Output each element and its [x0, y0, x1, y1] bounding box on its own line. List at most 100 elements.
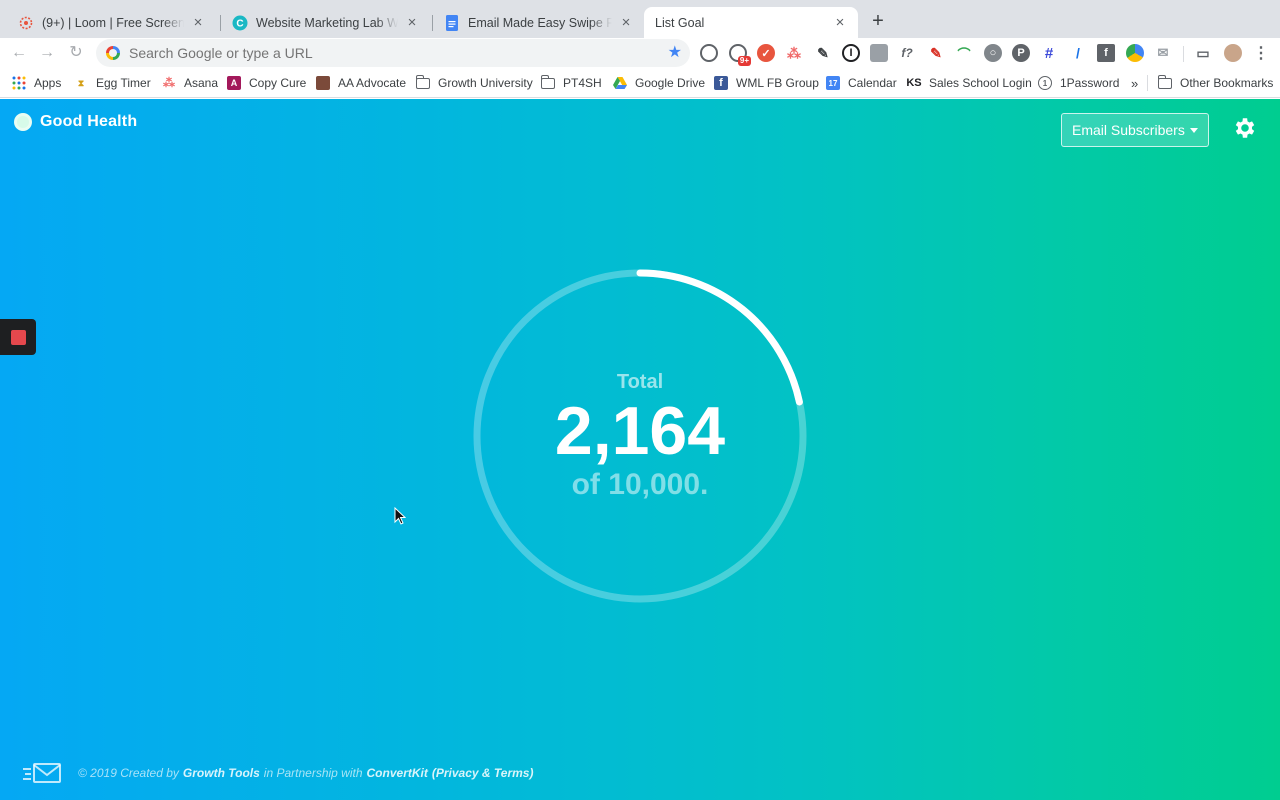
google-docs-icon [444, 14, 460, 31]
close-tab-icon[interactable]: × [190, 14, 206, 31]
close-tab-icon[interactable]: × [832, 14, 848, 31]
facebook-extension-icon[interactable]: f [1097, 44, 1115, 62]
back-arrow-icon[interactable]: ← [9, 43, 29, 63]
total-value: 2,164 [554, 392, 726, 469]
asana-extension-icon[interactable]: ⁂ [785, 44, 803, 62]
bookmark-label: 1Password [1060, 76, 1120, 90]
eyedropper-extension-icon[interactable]: ✎ [814, 44, 832, 62]
copyright-text: © 2019 Created by [78, 766, 179, 780]
tab-strip: (9+) | Loom | Free Screen & Vi × C Websi… [0, 0, 1280, 38]
bookmarks-divider [1147, 75, 1148, 91]
todoist-extension-icon[interactable]: ✓ [757, 44, 775, 62]
1password-icon: 1 [1038, 76, 1052, 90]
pinterest-extension-icon[interactable]: P [1012, 44, 1030, 62]
gauge-extension-icon[interactable]: ⌒ [955, 44, 973, 62]
1password-extension-icon[interactable]: I [842, 44, 860, 62]
cast-icon[interactable]: ▭ [1194, 44, 1212, 62]
bookmark-copy-cure[interactable]: A Copy Cure [227, 73, 306, 93]
reload-icon[interactable]: ↻ [66, 43, 86, 63]
envelope-logo-icon [23, 763, 61, 783]
metric-dropdown[interactable]: Email Subscribers [1061, 113, 1209, 147]
bookmark-pt4sh[interactable]: PT4SH [540, 73, 602, 93]
bookmark-label: Google Drive [635, 76, 706, 90]
bookmark-asana[interactable]: ⁂ Asana [162, 73, 218, 93]
forward-arrow-icon[interactable]: → [37, 43, 57, 63]
stop-square-icon [10, 329, 26, 345]
loom-icon [18, 15, 34, 31]
avatar-icon [316, 76, 330, 90]
creator-link[interactable]: Growth Tools [183, 766, 260, 780]
browser-toolbar: ← → ↻ ★ 9+ ✓ ⁂ ✎ I f? ✎ ⌒ ○ P # / f ✉ ▭ … [0, 38, 1280, 68]
toolbar-divider [1183, 46, 1184, 62]
facebook-icon: f [714, 76, 728, 90]
google-g-icon [106, 46, 120, 60]
bookmark-label: Egg Timer [96, 76, 151, 90]
copy-cure-icon: A [227, 76, 241, 90]
bookmark-label: Copy Cure [249, 76, 307, 90]
new-tab-button[interactable]: + [867, 11, 889, 33]
circle-extension-icon[interactable]: ○ [984, 44, 1002, 62]
more-vertical-icon[interactable]: ⋮ [1252, 44, 1270, 62]
folder-icon [415, 74, 430, 90]
goal-text: of 10,000. [572, 468, 709, 502]
privacy-terms-link[interactable]: (Privacy & Terms) [432, 766, 534, 780]
egg-timer-icon: ⧗ [77, 77, 85, 88]
loom-extension-icon[interactable]: 9+ [729, 44, 751, 66]
bookmark-label: PT4SH [563, 76, 602, 90]
whatfont-extension-icon[interactable]: f? [898, 44, 916, 62]
tab-list-goal[interactable]: List Goal × [644, 7, 858, 38]
close-tab-icon[interactable]: × [618, 14, 634, 31]
bookmark-wml-fb-group[interactable]: f WML FB Group [714, 73, 819, 93]
chrome-extension-icon[interactable] [1126, 44, 1144, 62]
bookmark-aa-advocate[interactable]: AA Advocate [316, 73, 406, 93]
tab-title: List Goal [655, 15, 705, 30]
settings-gear-icon[interactable] [1232, 115, 1258, 141]
ks-icon: KS [906, 77, 922, 89]
bookmarks-bar: Apps ⧗ Egg Timer ⁂ Asana A Copy Cure AA … [0, 68, 1280, 98]
bookmark-growth-university[interactable]: Growth University [415, 73, 533, 93]
feather-extension-icon[interactable]: / [1069, 44, 1087, 62]
total-label: Total [616, 370, 664, 393]
other-bookmarks[interactable]: Other Bookmarks [1157, 73, 1274, 93]
tab-email-swipe-file[interactable]: Email Made Easy Swipe File - G × [432, 7, 644, 38]
tab-website-marketing-lab[interactable]: C Website Marketing Lab Workbo × [220, 7, 430, 38]
bookmark-1password[interactable]: 1 1Password [1038, 73, 1119, 93]
close-tab-icon[interactable]: × [404, 14, 420, 31]
list-goal-page: Good Health Email Subscribers Total 2,16… [0, 99, 1280, 800]
partner-link[interactable]: ConvertKit [367, 766, 428, 780]
bookmark-label: Asana [184, 76, 219, 90]
record-stop-button[interactable] [0, 319, 36, 355]
bookmark-label: Growth University [438, 76, 533, 90]
pen-extension-icon[interactable]: ✎ [927, 44, 945, 62]
bookmark-label: WML FB Group [736, 76, 819, 90]
mail-extension-icon[interactable]: ✉ [1154, 44, 1172, 62]
bookmark-label: Sales School Login [929, 76, 1032, 90]
grid-extension-icon[interactable] [870, 44, 888, 62]
tab-title: (9+) | Loom | Free Screen & Vi [42, 15, 184, 30]
bookmark-label: Other Bookmarks [1180, 76, 1274, 90]
footer: © 2019 Created by Growth Tools in Partne… [22, 761, 533, 785]
bookmark-google-drive[interactable]: Google Drive [613, 73, 705, 93]
bookmark-star-icon[interactable]: ★ [668, 43, 682, 63]
svg-text:C: C [236, 18, 243, 29]
goal-summary: Total 2,164 of 10,000. [470, 266, 810, 606]
extension-icon[interactable] [700, 44, 718, 62]
folder-icon [1157, 74, 1172, 90]
bookmark-sales-school-login[interactable]: KS Sales School Login [906, 73, 1032, 93]
bookmark-egg-timer[interactable]: ⧗ Egg Timer [74, 73, 151, 93]
goal-value: 10,000. [608, 467, 709, 501]
address-input[interactable] [129, 45, 649, 61]
tab-loom[interactable]: (9+) | Loom | Free Screen & Vi × [6, 7, 216, 38]
avatar[interactable] [1224, 44, 1242, 62]
bookmark-calendar[interactable]: 17 Calendar [826, 73, 897, 93]
bookmark-label: Calendar [848, 76, 897, 90]
bookmark-apps[interactable]: Apps [12, 73, 61, 93]
bookmark-label: Apps [34, 76, 62, 90]
mouse-pointer-icon [394, 507, 406, 525]
crop-extension-icon[interactable]: # [1040, 44, 1058, 62]
address-bar[interactable]: ★ [96, 39, 690, 67]
metric-dropdown-label: Email Subscribers [1072, 122, 1185, 138]
more-bookmarks-chevron[interactable]: » [1131, 73, 1138, 93]
folder-icon [540, 74, 555, 90]
calendar-icon: 17 [826, 76, 840, 90]
